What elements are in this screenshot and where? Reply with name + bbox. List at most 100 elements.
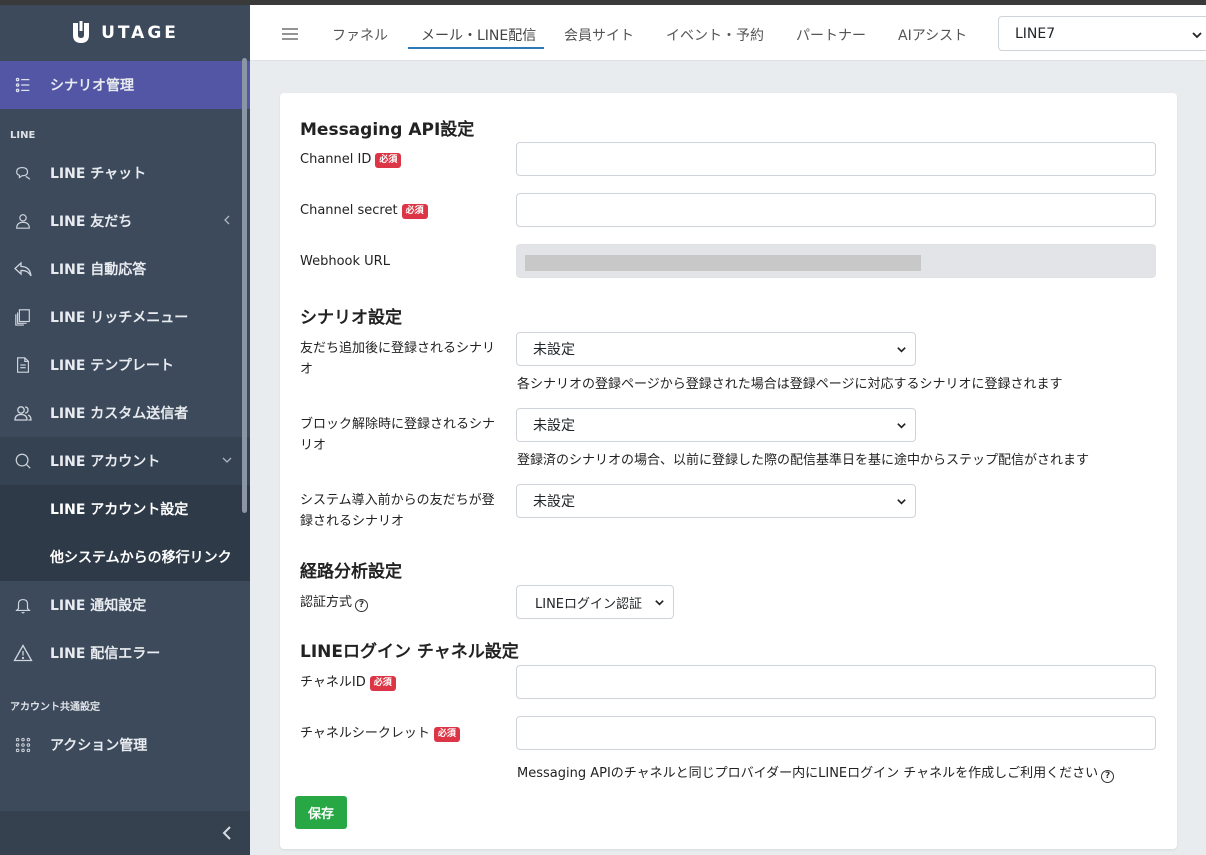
- tab-partner[interactable]: パートナー: [796, 25, 866, 45]
- chevron-down-icon: [897, 347, 906, 353]
- chevron-down-icon: [222, 457, 232, 463]
- channel-id-input[interactable]: [516, 142, 1156, 176]
- list-icon: [12, 74, 34, 96]
- friend-add-scenario-label: 友だち追加後に登録されるシナリオ: [300, 341, 496, 377]
- users-icon: [12, 402, 34, 424]
- chevron-down-icon: [1192, 32, 1202, 39]
- user-icon: [12, 210, 34, 232]
- sidebar-item-label: LINE チャット: [50, 166, 147, 182]
- section-label-line: LINE: [10, 130, 36, 141]
- prior-friends-scenario-select[interactable]: 未設定: [516, 484, 916, 518]
- section-title-scenario: シナリオ設定: [300, 308, 402, 328]
- sidebar: UTAGE シナリオ管理 LINE LINE チャット LINE 友だち LIN…: [0, 5, 250, 855]
- login-channel-secret-label: チャネルシークレット 必須: [300, 723, 500, 744]
- sidebar-item-label: LINE 自動応答: [50, 262, 147, 278]
- reply-icon: [12, 258, 34, 280]
- save-button[interactable]: 保存: [295, 796, 347, 829]
- sidebar-item-line-custom-sender[interactable]: LINE カスタム送信者: [0, 389, 250, 437]
- section-title-messaging-api: Messaging API設定: [300, 120, 475, 140]
- webhook-url-field[interactable]: [516, 244, 1156, 278]
- tab-funnel[interactable]: ファネル: [332, 25, 388, 45]
- menu-stack-icon: [12, 306, 34, 328]
- tab-ai-assist[interactable]: AIアシスト: [898, 25, 967, 45]
- unblock-help-text: 登録済のシナリオの場合、以前に登録した際の配信基準日を基に途中からステップ配信が…: [517, 453, 1090, 468]
- login-channel-id-input[interactable]: [516, 665, 1156, 699]
- select-value: 未設定: [533, 342, 575, 358]
- sidebar-item-scenario[interactable]: シナリオ管理: [0, 61, 250, 109]
- sidebar-item-label: LINE 友だち: [50, 214, 133, 230]
- help-icon[interactable]: ?: [1101, 769, 1115, 783]
- chevron-down-icon: [655, 600, 664, 606]
- select-value: LINEログイン認証: [535, 596, 643, 612]
- required-badge: 必須: [369, 676, 396, 691]
- select-value: 未設定: [533, 418, 575, 434]
- sidebar-item-line-friends[interactable]: LINE 友だち: [0, 197, 250, 245]
- sidebar-item-label: LINE 通知設定: [50, 598, 147, 614]
- required-badge: 必須: [433, 727, 460, 742]
- account-select-value: LINE7: [1015, 25, 1056, 42]
- chevron-left-icon: [222, 826, 231, 840]
- hamburger-menu-icon[interactable]: [282, 27, 298, 41]
- sidebar-item-line-delivery-error[interactable]: LINE 配信エラー: [0, 629, 250, 677]
- required-badge: 必須: [401, 204, 428, 219]
- label-text: チャネルシークレット: [300, 726, 430, 741]
- sidebar-item-label: LINE 配信エラー: [50, 646, 161, 662]
- friend-add-scenario-select[interactable]: 未設定: [516, 332, 916, 366]
- sidebar-item-label: アクション管理: [50, 738, 148, 754]
- chat-icon: [12, 162, 34, 184]
- channel-secret-input[interactable]: [516, 193, 1156, 227]
- tab-event-reservation[interactable]: イベント・予約: [666, 25, 764, 45]
- sidebar-subitem-account-settings[interactable]: LINE アカウント設定: [0, 485, 250, 533]
- search-chat-icon: [12, 450, 34, 472]
- label-text: Channel ID: [300, 152, 372, 167]
- help-icon[interactable]: ?: [355, 599, 369, 612]
- label-text: Channel secret: [300, 203, 398, 218]
- sidebar-item-line-template[interactable]: LINE テンプレート: [0, 341, 250, 389]
- sidebar-subitem-migration-link[interactable]: 他システムからの移行リンク: [0, 533, 250, 581]
- label-text: 認証方式: [300, 595, 353, 610]
- help-text: Messaging APIのチャネルと同じプロバイダー内にLINEログイン チャ…: [517, 766, 1099, 781]
- brand-logo[interactable]: UTAGE: [0, 5, 250, 61]
- sidebar-item-line-notification[interactable]: LINE 通知設定: [0, 581, 250, 629]
- grid-dots-icon: [12, 734, 34, 756]
- sidebar-item-label: LINE テンプレート: [50, 358, 174, 374]
- webhook-url-label: Webhook URL: [300, 254, 390, 269]
- sidebar-item-line-richmenu[interactable]: LINE リッチメニュー: [0, 293, 250, 341]
- unblock-scenario-label: ブロック解除時に登録されるシナリオ: [300, 417, 496, 453]
- sidebar-item-label: LINE リッチメニュー: [50, 310, 189, 326]
- sidebar-item-line-autoreply[interactable]: LINE 自動応答: [0, 245, 250, 293]
- unblock-scenario-select[interactable]: 未設定: [516, 408, 916, 442]
- section-title-route-analysis: 経路分析設定: [300, 562, 402, 582]
- label-text: チャネルID: [300, 675, 366, 690]
- document-icon: [12, 354, 34, 376]
- auth-method-select[interactable]: LINEログイン認証: [516, 585, 674, 619]
- active-tab-indicator: [408, 47, 544, 49]
- select-value: 未設定: [533, 494, 575, 510]
- utage-logo-icon: [73, 21, 90, 43]
- brand-name: UTAGE: [101, 23, 179, 43]
- section-title-line-login: LINEログイン チャネル設定: [300, 642, 519, 662]
- chevron-down-icon: [897, 499, 906, 505]
- tab-mail-line[interactable]: メール・LINE配信: [421, 25, 536, 45]
- section-label-common: アカウント共通設定: [10, 702, 100, 713]
- prior-friends-scenario-label: システム導入前からの友だちが登録されるシナリオ: [300, 493, 495, 529]
- warning-icon: [12, 642, 34, 664]
- chevron-left-icon: [224, 215, 230, 225]
- login-channel-secret-input[interactable]: [516, 716, 1156, 750]
- sidebar-item-line-chat[interactable]: LINE チャット: [0, 149, 250, 197]
- channel-id-label: Channel ID 必須: [300, 149, 500, 170]
- account-select[interactable]: LINE7: [998, 16, 1206, 51]
- sidebar-collapse-button[interactable]: [0, 811, 250, 855]
- tab-member-site[interactable]: 会員サイト: [564, 25, 634, 45]
- sidebar-item-action-management[interactable]: アクション管理: [0, 721, 250, 769]
- chevron-down-icon: [897, 423, 906, 429]
- line-login-help-text: Messaging APIのチャネルと同じプロバイダー内にLINEログイン チャ…: [517, 762, 1115, 783]
- channel-secret-label: Channel secret 必須: [300, 200, 500, 221]
- bell-icon: [12, 594, 34, 616]
- friend-add-help-text: 各シナリオの登録ページから登録された場合は登録ページに対応するシナリオに登録され…: [517, 377, 1063, 392]
- sidebar-item-line-account[interactable]: LINE アカウント: [0, 437, 250, 485]
- settings-card: Messaging API設定 Channel ID 必須 Channel sec…: [280, 93, 1177, 849]
- redacted-url: [525, 255, 921, 271]
- sidebar-item-label: LINE カスタム送信者: [50, 406, 189, 422]
- sidebar-scrollbar[interactable]: [242, 58, 247, 513]
